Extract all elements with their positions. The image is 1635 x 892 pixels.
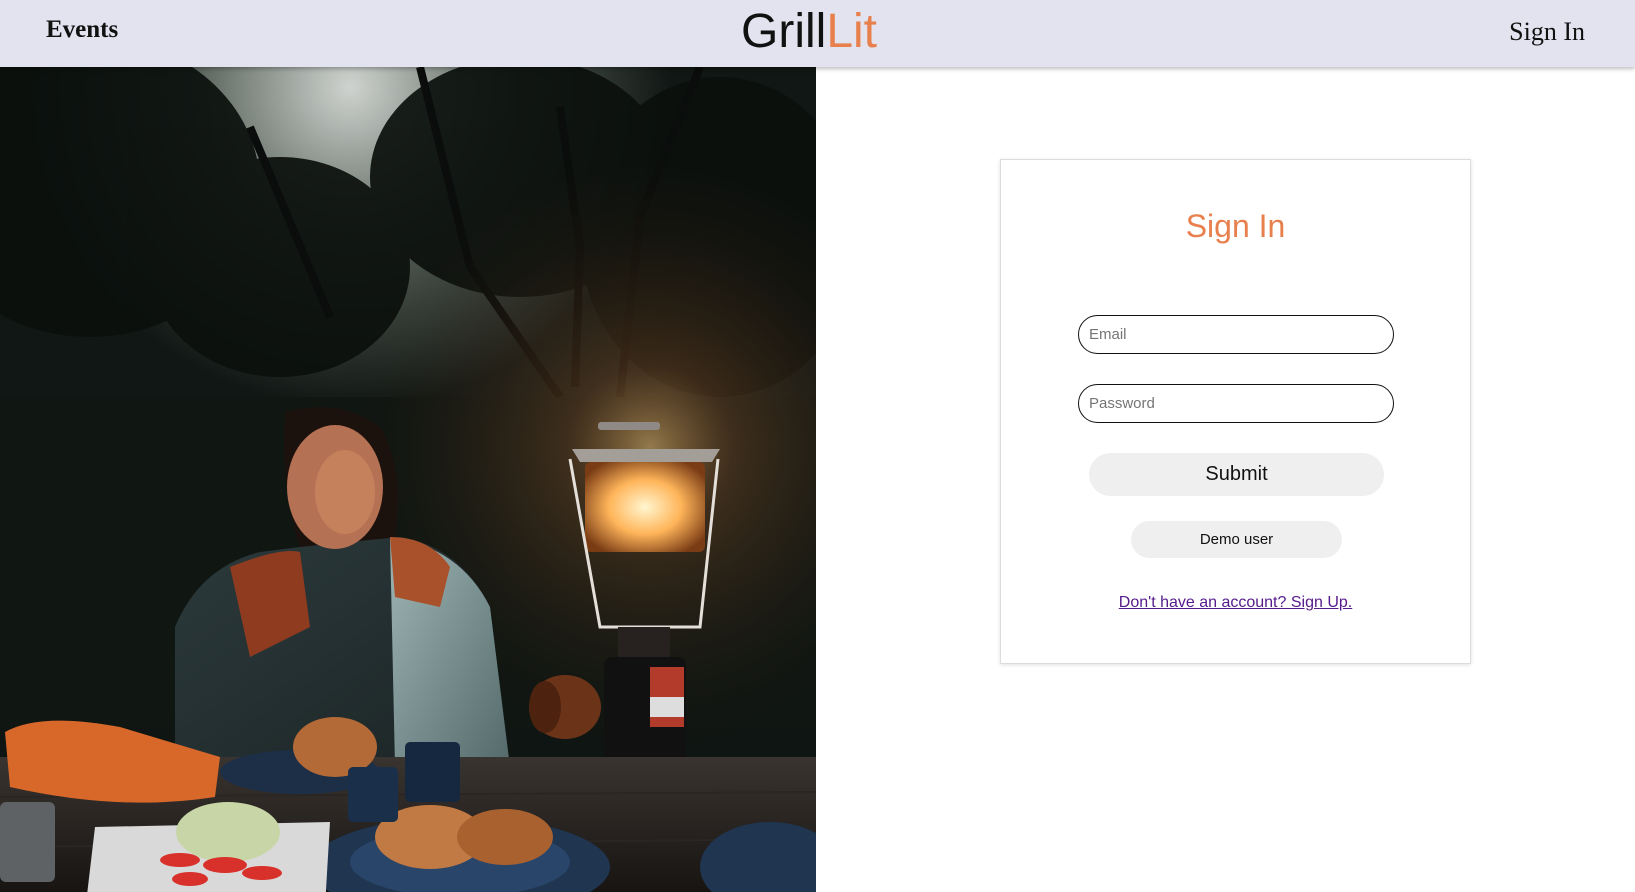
- logo-lit-text: Lit: [826, 5, 878, 58]
- signup-link[interactable]: Don't have an account? Sign Up.: [1001, 594, 1470, 612]
- submit-button[interactable]: Submit: [1089, 453, 1384, 496]
- top-navbar: Events GrillLit Sign In: [0, 0, 1635, 67]
- demo-user-button[interactable]: Demo user: [1131, 521, 1342, 558]
- signin-card: Sign In Submit Demo user Don't have an a…: [1000, 159, 1471, 664]
- logo-grill-text: Grill: [741, 5, 827, 58]
- nav-signin-link[interactable]: Sign In: [1509, 17, 1585, 47]
- grilllit-logo[interactable]: GrillLit: [741, 3, 877, 61]
- events-link[interactable]: Events: [46, 16, 118, 44]
- signin-title: Sign In: [1185, 208, 1286, 244]
- hero-photo-campfire-dinner: [0, 67, 816, 892]
- password-input[interactable]: [1078, 384, 1394, 423]
- email-input[interactable]: [1078, 315, 1394, 354]
